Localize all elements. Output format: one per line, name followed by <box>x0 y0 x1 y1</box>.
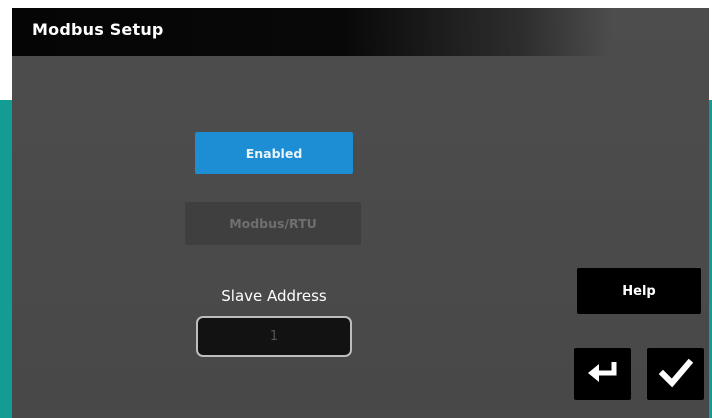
device-frame: Modbus Setup Enabled Modbus/RTU Slave Ad… <box>0 0 712 418</box>
protocol-label: Modbus/RTU <box>229 216 317 231</box>
return-arrow-icon <box>586 359 620 390</box>
slave-address-value: 1 <box>269 329 279 344</box>
checkmark-icon <box>658 358 693 391</box>
help-button[interactable]: Help <box>577 268 701 314</box>
back-button[interactable] <box>574 348 631 400</box>
slave-address-field[interactable]: 1 <box>196 316 352 357</box>
help-button-label: Help <box>622 283 656 299</box>
page-title: Modbus Setup <box>32 20 164 39</box>
enabled-toggle-label: Enabled <box>245 145 303 161</box>
enabled-toggle-button[interactable]: Enabled <box>195 132 353 174</box>
slave-address-label: Slave Address <box>221 287 327 305</box>
frame-teal-left <box>0 100 12 418</box>
title-bar: Modbus Setup <box>12 8 612 56</box>
modbus-setup-screen: Modbus Setup Enabled Modbus/RTU Slave Ad… <box>12 8 709 418</box>
confirm-button[interactable] <box>647 348 704 400</box>
protocol-button[interactable]: Modbus/RTU <box>185 202 361 245</box>
